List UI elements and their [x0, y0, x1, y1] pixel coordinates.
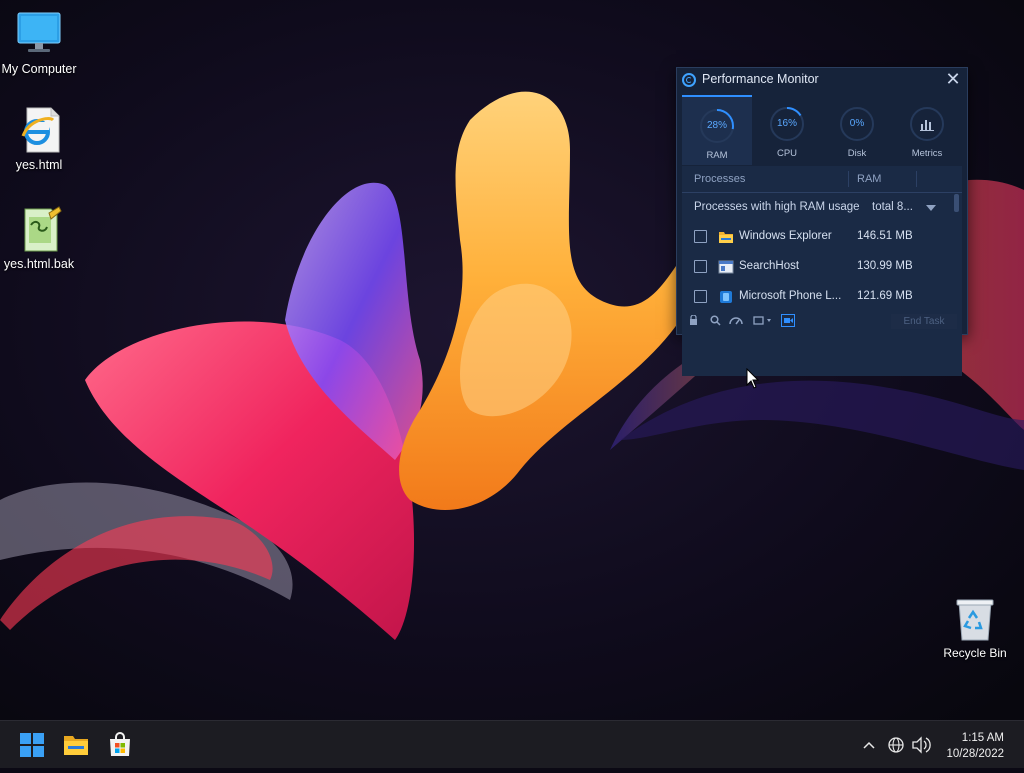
phone-link-icon [718, 289, 734, 305]
process-name: Microsoft Phone L... [739, 290, 842, 302]
process-list-header: Processes RAM [682, 166, 962, 193]
desktop-icon-recycle-bin[interactable]: Recycle Bin [938, 596, 1012, 660]
clock-time: 1:15 AM [961, 732, 1004, 744]
clock-date: 10/28/2022 [946, 748, 1004, 760]
process-list: Processes RAM Processes with high RAM us… [682, 166, 962, 376]
column-header-processes[interactable]: Processes [694, 173, 745, 185]
process-name: Windows Explorer [739, 230, 832, 242]
tab-disk[interactable]: 0% Disk [822, 95, 892, 165]
taskbar-clock[interactable]: 1:15 AM 10/28/2022 [946, 730, 1004, 762]
process-row[interactable]: Microsoft Phone L... 121.69 MB [682, 284, 952, 312]
desktop-icon-label: Recycle Bin [943, 646, 1007, 660]
desktop-icon-label: My Computer [1, 62, 77, 76]
record-icon[interactable] [781, 314, 795, 330]
desktop-icon-label: yes.html [15, 158, 63, 172]
taskbar: 1:15 AM 10/28/2022 [0, 720, 1024, 768]
tab-label: Metrics [911, 148, 943, 159]
taskbar-microsoft-store[interactable] [104, 729, 136, 761]
tab-metrics[interactable]: Metrics [892, 95, 962, 165]
notepad-file-icon [15, 205, 63, 253]
bar-chart-icon [910, 107, 944, 141]
column-divider [916, 171, 917, 187]
internet-explorer-icon [15, 106, 63, 154]
tab-label: RAM [706, 150, 728, 161]
row-checkbox[interactable] [694, 230, 707, 243]
window-app-icon [718, 259, 734, 275]
windows-logo-icon [20, 733, 44, 757]
row-checkbox[interactable] [694, 290, 707, 303]
folder-icon [718, 229, 734, 245]
tab-label: Disk [847, 148, 867, 159]
scrollbar-thumb[interactable] [954, 194, 959, 212]
metric-tabs: 28% RAM 16% CPU 0% Disk Metrics [682, 95, 962, 165]
desktop-icon-yes-html-bak[interactable]: yes.html.bak [0, 205, 81, 271]
speed-icon[interactable] [729, 315, 743, 329]
lock-icon[interactable] [689, 314, 698, 329]
ram-percent: 28% [706, 120, 727, 131]
recycle-bin-icon [951, 596, 999, 644]
folder-icon [64, 736, 88, 755]
tab-cpu[interactable]: 16% CPU [752, 95, 822, 165]
tab-label: CPU [776, 148, 798, 159]
process-row[interactable]: Windows Explorer 146.51 MB [682, 224, 952, 252]
row-checkbox[interactable] [694, 260, 707, 273]
start-button[interactable] [16, 729, 48, 761]
monitor-icon [15, 10, 63, 58]
process-ram: 121.69 MB [857, 290, 913, 302]
group-total: total 8... [872, 201, 913, 213]
tab-ram[interactable]: 28% RAM [682, 95, 752, 165]
search-icon[interactable] [710, 315, 721, 329]
globe-network-icon[interactable] [887, 721, 905, 769]
store-icon [110, 732, 130, 756]
tray-chevron-up-icon[interactable] [861, 721, 877, 769]
process-row[interactable]: SearchHost 130.99 MB [682, 254, 952, 282]
column-divider [848, 171, 849, 187]
process-group-header[interactable]: Processes with high RAM usage total 8... [682, 196, 952, 220]
screenshot-icon[interactable] [753, 315, 773, 329]
disk-percent: 0% [849, 118, 865, 129]
column-header-ram[interactable]: RAM [857, 173, 881, 185]
cpu-percent: 16% [776, 118, 797, 129]
performance-monitor-window: Performance Monitor ✕ 28% RAM 16% CPU 0%… [676, 67, 968, 376]
process-ram: 146.51 MB [857, 230, 913, 242]
group-label: Processes with high RAM usage [694, 201, 860, 213]
mouse-cursor-icon [746, 368, 760, 389]
taskbar-file-explorer[interactable] [60, 729, 92, 761]
desktop-icon-yes-html[interactable]: yes.html [0, 106, 81, 172]
window-title: Performance Monitor [702, 72, 819, 86]
process-ram: 130.99 MB [857, 260, 913, 272]
close-button[interactable]: ✕ [943, 69, 963, 89]
app-logo-icon [682, 73, 696, 87]
window-title-bar[interactable]: Performance Monitor ✕ [677, 68, 967, 92]
window-footer: End Task [677, 310, 967, 334]
end-task-button[interactable]: End Task [891, 314, 957, 329]
desktop-icon-my-computer[interactable]: My Computer [0, 10, 81, 76]
chevron-down-icon[interactable] [926, 205, 936, 211]
speaker-volume-icon[interactable] [911, 721, 931, 769]
process-name: SearchHost [739, 260, 800, 272]
desktop-icon-label: yes.html.bak [3, 257, 75, 271]
